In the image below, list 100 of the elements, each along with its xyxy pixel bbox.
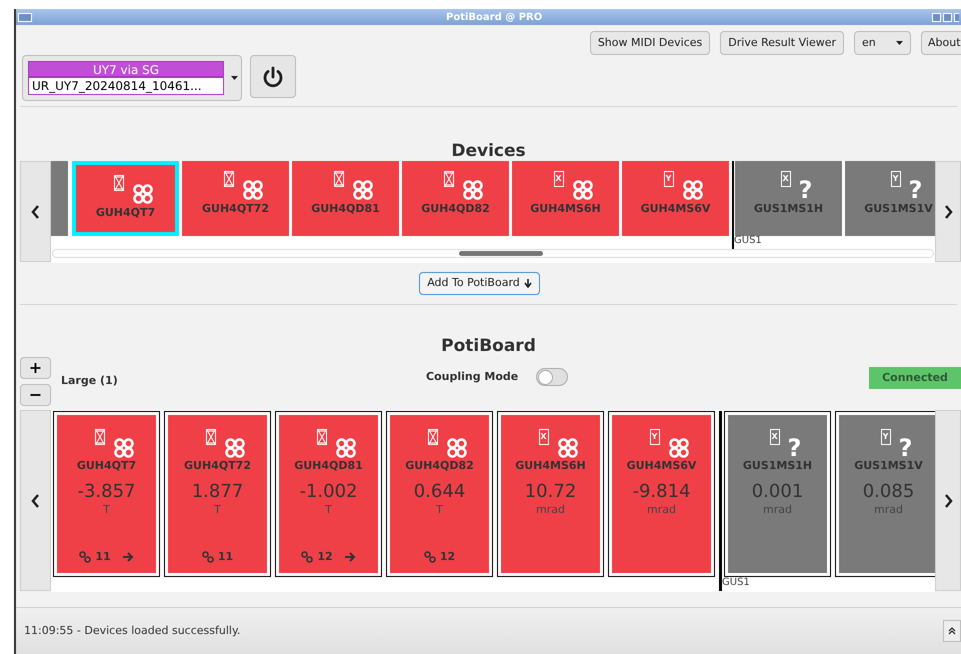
unknown-status-icon: ? [908, 179, 922, 201]
device-name: GUH4MS6V [626, 458, 696, 474]
device-card[interactable]: GUH4QD81 -1.002 T 12 [275, 411, 382, 577]
link-count: 12 [317, 548, 333, 564]
coupling-mode-label: Coupling Mode [426, 368, 518, 385]
device-value: 0.085 [862, 480, 914, 502]
link-icon [424, 550, 436, 563]
magnet-icon [224, 171, 234, 187]
magnet-icon [428, 429, 438, 445]
horizontal-scrollbar[interactable] [52, 249, 934, 258]
device-value: -1.002 [299, 480, 358, 502]
device-name: GUH4QD81 [294, 458, 363, 474]
device-value: 10.72 [524, 480, 576, 502]
device-name: GUS1MS1H [742, 458, 812, 474]
device-card[interactable]: GUH4QD82 0.644 T 12 [386, 411, 493, 577]
chevron-right-icon [944, 494, 952, 508]
language-dropdown[interactable]: en [854, 31, 911, 55]
combo-value: UR_UY7_20240814_10461... [28, 77, 224, 95]
status-message: 11:09:55 - Devices loaded successfully. [24, 622, 240, 639]
device-name: GUS1MS1V [864, 201, 933, 217]
unknown-status-icon: ? [898, 437, 912, 459]
device-name: GUH4MS6H [530, 201, 601, 217]
link-count: 11 [95, 548, 111, 564]
magnet-icon [206, 429, 216, 445]
device-card[interactable]: Y GUH4MS6V -9.814 mrad [608, 411, 715, 577]
device-unit: T [103, 502, 110, 516]
device-name: GUH4QT7 [76, 458, 136, 474]
magnet-icon: Y [880, 429, 891, 445]
magnet-icon [316, 429, 326, 445]
device-tile[interactable]: Y ? GUS1MS1V [845, 161, 935, 236]
device-name: GUH4QD82 [421, 201, 490, 217]
magnet-icon [94, 429, 104, 445]
power-button[interactable] [250, 55, 296, 98]
group-label: GUS1 [722, 577, 750, 589]
device-name: GUH4QD81 [311, 201, 380, 217]
arrow-right-icon[interactable] [344, 552, 356, 562]
minimize-button[interactable] [932, 12, 941, 22]
group-label: GUS1 [734, 235, 762, 247]
device-tile[interactable]: X ? GUS1MS1H [735, 161, 842, 236]
device-tile[interactable] [51, 161, 68, 236]
device-card[interactable]: GUH4QT7 -3.857 T 11 [53, 411, 160, 577]
section-title: PotiBoard [441, 336, 536, 356]
device-card[interactable]: X GUH4MS6H 10.72 mrad [497, 411, 604, 577]
caret-icon [231, 76, 238, 80]
magnet-icon: X [538, 429, 548, 445]
coupling-mode-toggle[interactable] [536, 368, 568, 386]
magnet-icon: X [780, 171, 791, 187]
double-chevron-up-icon [948, 627, 956, 635]
unknown-status-icon: ? [788, 437, 802, 459]
device-tile[interactable]: Y GUH4MS6V [622, 161, 729, 236]
device-unit: T [436, 502, 443, 516]
device-name: GUS1MS1V [854, 458, 923, 474]
device-card[interactable]: GUH4QT72 1.877 T 11 [164, 411, 271, 577]
chevron-right-icon [944, 204, 952, 218]
device-name: GUH4QD82 [405, 458, 474, 474]
caret-icon [896, 41, 903, 45]
link-icon [301, 550, 314, 563]
device-name: GUH4QT72 [202, 201, 269, 217]
about-button[interactable]: About [921, 31, 961, 55]
source-combo[interactable]: UY7 via SG UR_UY7_20240814_10461... [22, 55, 242, 101]
device-tile[interactable]: GUH4QD82 [402, 161, 509, 236]
device-name: GUH4MS6H [515, 458, 586, 474]
magnet-icon: Y [650, 429, 660, 445]
arrow-down-icon [524, 279, 532, 288]
maximize-button[interactable] [943, 12, 952, 22]
toolbar-button[interactable]: Drive Result Viewer [720, 31, 844, 55]
window-title: PotiBoard @ PRO [446, 10, 542, 24]
zoom-out-button[interactable]: − [20, 384, 51, 406]
toolbar-button[interactable]: Show MIDI Devices [590, 31, 710, 55]
chevron-left-icon [31, 494, 40, 508]
device-unit: T [214, 502, 221, 516]
add-to-potiboard-button[interactable]: Add To PotiBoard [419, 272, 540, 295]
arrow-right-icon[interactable] [122, 552, 134, 562]
magnet-icon: X [770, 429, 780, 445]
link-count: 12 [440, 548, 456, 564]
link-icon [79, 550, 92, 563]
device-unit: mrad [536, 502, 565, 516]
magnet-icon [114, 175, 124, 191]
window-menu-icon[interactable] [18, 12, 32, 22]
connection-status: Connected [869, 367, 961, 389]
link-icon [202, 550, 214, 563]
close-button[interactable] [954, 12, 959, 22]
device-unit: mrad [647, 502, 676, 516]
device-name: GUH4QT72 [184, 458, 251, 474]
device-tile[interactable]: X GUH4MS6H [512, 161, 619, 236]
device-name: GUS1MS1H [754, 201, 824, 217]
expand-button[interactable] [943, 620, 961, 642]
chevron-left-icon [31, 204, 40, 218]
combo-header: UY7 via SG [28, 61, 224, 77]
power-icon [262, 66, 284, 88]
device-tile[interactable]: GUH4QT72 [182, 161, 289, 236]
device-value: 0.644 [414, 480, 466, 502]
device-tile[interactable]: GUH4QT7 [72, 161, 179, 236]
device-tile[interactable]: GUH4QD81 [292, 161, 399, 236]
device-name: GUH4QT7 [96, 205, 156, 221]
section-title: Devices [451, 141, 526, 161]
unknown-status-icon: ? [798, 179, 812, 201]
device-value: 0.001 [752, 480, 804, 502]
zoom-in-button[interactable]: + [20, 357, 51, 379]
device-value: 1.877 [192, 480, 244, 502]
